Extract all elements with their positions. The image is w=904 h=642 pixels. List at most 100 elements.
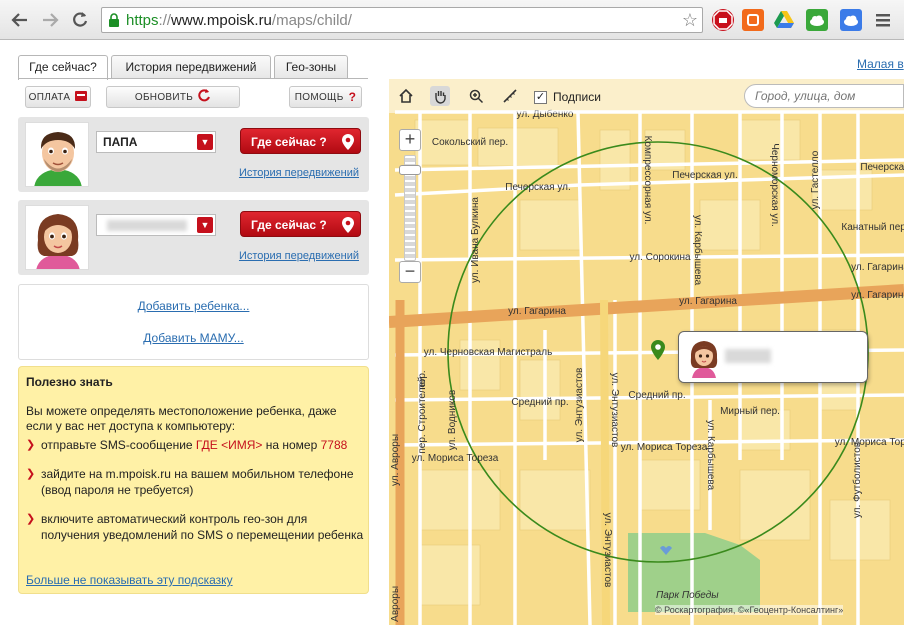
hand-pan-icon[interactable] — [430, 86, 450, 106]
map-search-input[interactable] — [744, 84, 904, 108]
map-pin-icon — [342, 216, 354, 242]
street-label: ул. Гагарина — [508, 306, 566, 317]
street-label: ул. Мориса Тореза — [621, 442, 708, 453]
pay-label: ОПЛАТА — [28, 91, 71, 103]
home-icon[interactable] — [396, 86, 416, 106]
labels-checkbox-label: Подписи — [553, 90, 601, 104]
url-text: https://www.mpoisk.ru/maps/child/ — [126, 12, 352, 29]
avatar-father — [25, 122, 89, 187]
street-label: Печерская ул. — [672, 170, 738, 181]
cloud-sync-icon[interactable] — [840, 9, 862, 31]
zoom-area-icon[interactable] — [466, 86, 486, 106]
where-now-label: Где сейчас ? — [251, 135, 327, 149]
street-label: пер. — [417, 370, 428, 389]
where-now-label: Где сейчас ? — [251, 218, 327, 232]
chevron-right-icon: ❯ — [26, 439, 36, 451]
cloud-extension-icon[interactable] — [806, 9, 828, 31]
street-label: ул. Гагарина — [851, 262, 904, 273]
tip-sms: ❯ отправьте SMS-сообщение ГДЕ <ИМЯ> на н… — [26, 438, 348, 452]
zoom-in-button[interactable]: + — [399, 129, 421, 151]
street-label: ул. Мориса Тореза — [412, 453, 499, 464]
street-label: ул. Карбышева — [705, 420, 717, 491]
chevron-right-icon: ❯ — [26, 468, 36, 480]
street-label: Печерская — [860, 162, 904, 173]
ruler-icon[interactable] — [500, 86, 520, 106]
street-label: ул. Энтузиастов — [574, 368, 585, 443]
park-label: Парк Победы — [656, 590, 719, 601]
map-pin-icon — [342, 133, 354, 159]
refresh-button[interactable]: ОБНОВИТЬ — [106, 86, 240, 108]
tab-where-now[interactable]: Где сейчас? — [18, 55, 108, 80]
tip-mobile: ❯ зайдите на m.mpoisk.ru на вашем мобиль… — [26, 467, 354, 497]
child-name-select[interactable]: ▼ — [96, 214, 216, 236]
tips-box: Полезно знать Вы можете определять место… — [18, 366, 369, 594]
chevron-down-icon: ▼ — [197, 217, 213, 233]
street-label: Средний пр. — [511, 397, 568, 408]
tips-intro: Вы можете определять местоположение ребе… — [26, 404, 337, 433]
child-name: ПАПА — [103, 135, 138, 149]
help-label: ПОМОЩЬ — [294, 91, 344, 103]
address-bar[interactable]: https://www.mpoisk.ru/maps/child/ ☆ — [101, 7, 703, 33]
street-label: ул. Энтузиастов — [602, 513, 613, 588]
street-label: Компрессорная ул. — [642, 136, 653, 225]
street-label: ул. Мориса Тореза — [835, 437, 904, 448]
child-card-papa: ПАПА ▼ Где сейчас ? История передвижений — [18, 117, 369, 192]
tab-geo-zones[interactable]: Гео-зоны — [274, 55, 348, 79]
zoom-slider-handle[interactable] — [399, 165, 421, 175]
map-copyright: © Роскартография, ©«Геоцентр-Консалтинг» — [655, 605, 844, 615]
small-version-link[interactable]: Малая в — [857, 57, 904, 71]
street-label: Мирный пер. — [720, 406, 780, 417]
street-label: Средний пр. — [628, 390, 685, 401]
avatar-girl-small — [690, 341, 718, 378]
labels-checkbox[interactable]: ✓ — [534, 91, 547, 104]
menu-icon[interactable] — [872, 9, 894, 31]
history-link[interactable]: История передвижений — [239, 167, 359, 179]
where-now-button[interactable]: Где сейчас ? — [240, 211, 361, 237]
card-icon — [75, 90, 88, 104]
street-label: Канатный пер. — [841, 222, 904, 233]
tab-divider — [18, 78, 368, 79]
refresh-label: ОБНОВИТЬ — [134, 91, 194, 103]
street-label: Сокольский пер. — [432, 137, 508, 148]
street-label: Печерская ул. — [505, 182, 571, 193]
bookmark-star-icon[interactable]: ☆ — [682, 10, 698, 31]
street-label: ул. Авроры — [390, 586, 401, 625]
adblock-extension-icon[interactable] — [712, 9, 734, 31]
hide-tips-link[interactable]: Больше не показывать эту подсказку — [26, 573, 233, 587]
zoom-out-button[interactable]: − — [399, 261, 421, 283]
blurred-name — [107, 220, 187, 231]
add-member-box: Добавить ребенка... Добавить МАМУ... — [18, 284, 369, 360]
street-label: Черноморская ул. — [769, 143, 780, 227]
history-link[interactable]: История передвижений — [239, 250, 359, 262]
chevron-right-icon: ❯ — [26, 513, 36, 525]
add-mom-link[interactable]: Добавить МАМУ... — [19, 331, 368, 345]
street-label: ул. Гагарина — [851, 290, 904, 301]
street-label: ул. Сорокина — [629, 252, 691, 263]
blurred-child-name — [725, 349, 771, 363]
where-now-button[interactable]: Где сейчас ? — [240, 128, 361, 154]
street-label: ул. Энтузиастов — [609, 373, 620, 448]
google-drive-icon[interactable] — [773, 9, 795, 31]
browser-toolbar: https://www.mpoisk.ru/maps/child/ ☆ — [0, 0, 904, 40]
back-icon[interactable] — [8, 8, 32, 32]
street-label: ул. Гастелло — [810, 150, 821, 209]
pay-button[interactable]: ОПЛАТА — [25, 86, 91, 108]
child-card-daughter: ▼ Где сейчас ? История передвижений — [18, 200, 369, 275]
reload-icon[interactable] — [68, 8, 92, 32]
street-label: ул. Гагарина — [679, 296, 737, 307]
street-label: ул. Карбышева — [692, 215, 704, 286]
forward-icon[interactable] — [38, 8, 62, 32]
tip-geo: ❯ включите автоматический контроль гео-з… — [26, 512, 364, 542]
location-popup[interactable] — [678, 331, 868, 383]
tab-history[interactable]: История передвижений — [111, 55, 271, 79]
add-child-link[interactable]: Добавить ребенка... — [19, 299, 368, 313]
avatar-girl — [25, 205, 89, 270]
chevron-down-icon: ▼ — [197, 134, 213, 150]
child-name-select[interactable]: ПАПА ▼ — [96, 131, 216, 153]
street-label: ул. Водников — [447, 390, 458, 451]
blogger-extension-icon[interactable] — [742, 9, 764, 31]
help-button[interactable]: ПОМОЩЬ ? — [289, 86, 362, 108]
lock-icon — [108, 13, 120, 30]
question-icon: ? — [348, 90, 357, 104]
street-label: ул. Авроры — [390, 434, 401, 486]
